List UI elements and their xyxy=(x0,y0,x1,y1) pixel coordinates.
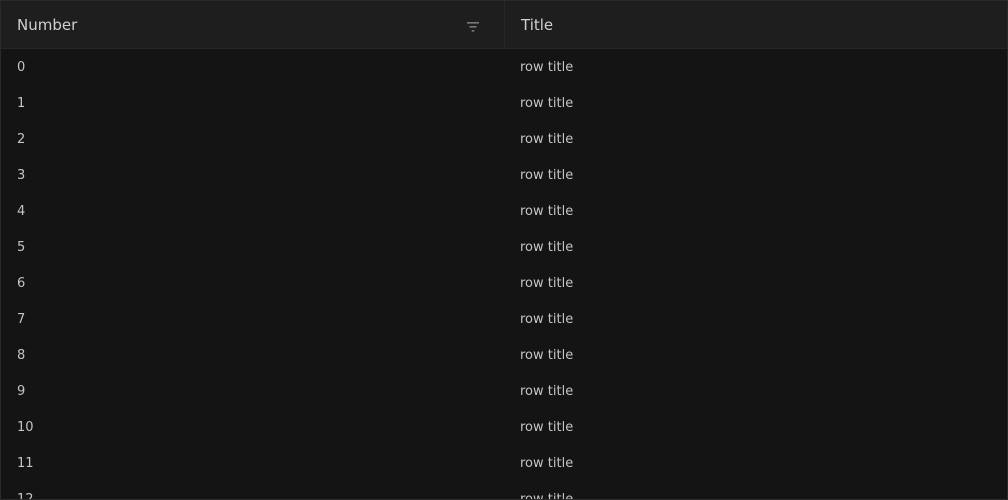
table-row[interactable]: 4 row title xyxy=(1,193,1007,229)
cell-title: row title xyxy=(520,239,574,255)
table-row[interactable]: 2 row title xyxy=(1,121,1007,157)
filter-sort-icon[interactable] xyxy=(466,19,480,32)
cell-title: row title xyxy=(520,311,574,327)
cell-number: 3 xyxy=(17,167,26,183)
cell-title: row title xyxy=(520,347,574,363)
cell-number: 0 xyxy=(17,59,26,75)
cell-title: row title xyxy=(520,59,574,75)
table-row[interactable]: 3 row title xyxy=(1,157,1007,193)
cell-number: 8 xyxy=(17,347,26,363)
table-row[interactable]: 7 row title xyxy=(1,301,1007,337)
cell-number: 5 xyxy=(17,239,26,255)
table-row[interactable]: 12 row title xyxy=(1,481,1007,500)
table-row[interactable]: 1 row title xyxy=(1,85,1007,121)
grid-body[interactable]: 0 row title 1 row title 2 row title 3 row title… xyxy=(1,49,1007,500)
column-header-label: Title xyxy=(521,15,554,34)
grid-header: Number Title xyxy=(1,1,1007,49)
cell-title: row title xyxy=(520,95,574,111)
cell-number: 9 xyxy=(17,383,26,399)
cell-number: 11 xyxy=(17,455,34,471)
cell-number: 12 xyxy=(17,491,34,500)
cell-number: 7 xyxy=(17,311,26,327)
cell-number: 2 xyxy=(17,131,26,147)
cell-title: row title xyxy=(520,167,574,183)
table-row[interactable]: 10 row title xyxy=(1,409,1007,445)
cell-number: 4 xyxy=(17,203,26,219)
cell-number: 6 xyxy=(17,275,26,291)
table-row[interactable]: 0 row title xyxy=(1,49,1007,85)
table-row[interactable]: 9 row title xyxy=(1,373,1007,409)
cell-number: 1 xyxy=(17,95,26,111)
table-row[interactable]: 11 row title xyxy=(1,445,1007,481)
table-row[interactable]: 8 row title xyxy=(1,337,1007,373)
column-header-number[interactable]: Number xyxy=(1,1,505,48)
cell-title: row title xyxy=(520,455,574,471)
cell-title: row title xyxy=(520,419,574,435)
column-header-title[interactable]: Title xyxy=(505,1,1007,48)
cell-title: row title xyxy=(520,383,574,399)
cell-title: row title xyxy=(520,491,574,500)
data-grid: Number Title 0 row title 1 row title 2 row ti… xyxy=(0,0,1008,500)
cell-number: 10 xyxy=(17,419,34,435)
column-header-label: Number xyxy=(17,15,78,34)
table-row[interactable]: 5 row title xyxy=(1,229,1007,265)
cell-title: row title xyxy=(520,275,574,291)
table-row[interactable]: 6 row title xyxy=(1,265,1007,301)
cell-title: row title xyxy=(520,131,574,147)
cell-title: row title xyxy=(520,203,574,219)
